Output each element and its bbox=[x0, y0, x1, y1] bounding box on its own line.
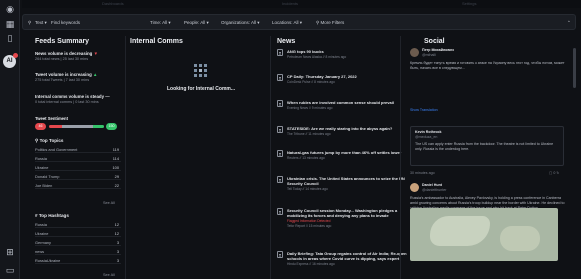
bookmark-icon[interactable]: ▯ bbox=[4, 34, 16, 44]
top-topics-title: ⚲ Top Topics bbox=[35, 138, 64, 143]
organizations-filter[interactable]: Organizations: All ▾ bbox=[221, 18, 260, 27]
globe-icon[interactable]: ◉ bbox=[4, 5, 16, 15]
neutral-segment bbox=[61, 125, 93, 128]
document-icon bbox=[277, 208, 283, 215]
topic-row[interactable]: Joe Biden 22 bbox=[35, 182, 121, 189]
hashtag-row[interactable]: Russia 12 bbox=[35, 221, 121, 228]
news-title: News bbox=[277, 38, 296, 45]
dashboard-icon[interactable]: ▦ bbox=[4, 20, 16, 30]
post-text: Кремль будет тянуть время и готовить к а… bbox=[410, 61, 565, 70]
show-translation-link[interactable]: Show Translation bbox=[410, 108, 438, 113]
hashtag-row[interactable]: Ukraine 12 bbox=[35, 230, 121, 237]
negative-count: 46 bbox=[35, 123, 46, 130]
news-source: Reuters // 13 minutes ago bbox=[287, 156, 325, 160]
feed-stat: News volume is decreasing ▼ 264 total ne… bbox=[35, 51, 98, 61]
news-source: Tefor Report // 15 minutes ago bbox=[287, 224, 332, 228]
topic-row[interactable]: Russia 114 bbox=[35, 155, 121, 162]
avatar[interactable]: AI bbox=[3, 53, 18, 68]
topic-row[interactable]: Donald Trump 29 bbox=[35, 173, 121, 180]
avatar[interactable] bbox=[410, 183, 419, 192]
hashtag-row[interactable]: RussiaUkraine 3 bbox=[35, 257, 121, 264]
flag-warning: Flagged Information Detected bbox=[287, 219, 331, 223]
down-arrow-icon: ▼ bbox=[93, 51, 98, 56]
hashtag-row[interactable]: Germany 3 bbox=[35, 239, 121, 246]
steady-icon: — bbox=[105, 94, 110, 99]
time-filter[interactable]: Time: All ▾ bbox=[150, 18, 171, 27]
document-icon bbox=[277, 100, 283, 107]
app-window: ◉ ▦ ▯ AI ⊞ ▭ Dashboards Incidents Settin… bbox=[0, 0, 581, 279]
social-title: Social bbox=[424, 38, 445, 45]
hashtags-see-all-link[interactable]: See All bbox=[103, 273, 115, 277]
text-filter-dropdown[interactable]: Text ▾ bbox=[35, 18, 47, 27]
internal-comms-title: Internal Comms bbox=[130, 38, 183, 45]
document-icon bbox=[277, 49, 283, 56]
more-filters-button[interactable]: ⚲ More Filters bbox=[316, 18, 344, 27]
locations-filter[interactable]: Locations: All ▾ bbox=[272, 18, 302, 27]
avatar[interactable] bbox=[410, 48, 419, 57]
sidebar: ◉ ▦ ▯ AI ⊞ ▭ bbox=[0, 0, 20, 279]
apps-grid-icon[interactable]: ⊞ bbox=[4, 248, 16, 258]
chat-icon[interactable]: ▭ bbox=[4, 266, 16, 276]
topics-see-all-link[interactable]: See All bbox=[103, 201, 115, 205]
collapse-chevron-icon[interactable]: ⌃ bbox=[567, 18, 571, 27]
loading-icon bbox=[194, 64, 208, 78]
quoted-tweet[interactable]: Kevin Rothrock @meduza_en The US can app… bbox=[410, 126, 564, 166]
document-icon bbox=[277, 150, 283, 157]
hashtag-row[interactable]: news 3 bbox=[35, 248, 121, 255]
top-nav-item[interactable]: Settings bbox=[462, 0, 476, 8]
post-author: Daniel Hunt @danielthunter bbox=[422, 183, 447, 192]
filter-bar: ⚲ Text ▾ Find keywords Time: All ▾ Peopl… bbox=[22, 14, 576, 30]
top-hashtags-title: # Top Hashtags bbox=[35, 213, 69, 218]
keyword-search-input[interactable]: Find keywords bbox=[51, 18, 111, 27]
news-source: Petroleum News Alaska // 8 minutes ago bbox=[287, 55, 347, 59]
topic-row[interactable]: Politics and Government 119 bbox=[35, 146, 121, 153]
negative-segment bbox=[49, 125, 62, 128]
news-source: Hindu Express // 16 minutes ago bbox=[287, 262, 335, 266]
post-timestamp: 30 minutes ago bbox=[410, 171, 435, 175]
notification-dot bbox=[13, 53, 18, 58]
column-divider bbox=[400, 36, 401, 279]
column-divider bbox=[270, 36, 271, 279]
document-icon bbox=[277, 251, 283, 258]
search-icon: ⚲ bbox=[28, 20, 32, 25]
news-source: CoinDesk Pulse // 8 minutes ago bbox=[287, 80, 335, 84]
feeds-summary-title: Feeds Summary bbox=[35, 38, 90, 45]
up-arrow-icon: ▲ bbox=[93, 72, 98, 77]
scrollbar[interactable] bbox=[573, 48, 576, 88]
feed-stat: Tweet volume is increasing ▲ 275 total T… bbox=[35, 72, 98, 82]
news-source: The Tribune // 11 minutes ago bbox=[287, 132, 331, 136]
internal-comms-loading-text: Looking for Internal Comm... bbox=[166, 86, 236, 92]
top-nav-item[interactable]: Dashboards bbox=[102, 0, 124, 8]
positive-segment bbox=[92, 125, 104, 128]
reply-icon[interactable]: ▢ 0 ↻ bbox=[549, 171, 559, 176]
feed-stat: Internal comms volume is steady — 0 tota… bbox=[35, 94, 110, 104]
post-text: Russia's ambassador to Australia, Alexey… bbox=[410, 196, 565, 208]
positive-count: 150 bbox=[106, 123, 117, 130]
sentiment-bar: 46 150 bbox=[35, 118, 120, 132]
column-divider bbox=[125, 36, 126, 279]
top-nav-item[interactable]: Incidents bbox=[282, 0, 298, 8]
document-icon bbox=[277, 126, 283, 133]
news-source: Evening News // 9 minutes ago bbox=[287, 106, 333, 110]
document-icon bbox=[277, 176, 283, 183]
news-source: Tell Today // 14 minutes ago bbox=[287, 187, 328, 191]
post-media-image[interactable] bbox=[410, 208, 558, 261]
post-author: Петр Михайлович @mihaili bbox=[422, 48, 454, 57]
sentiment-track bbox=[49, 125, 104, 128]
people-filter[interactable]: People: All ▾ bbox=[184, 18, 209, 27]
topic-row[interactable]: Ukraine 100 bbox=[35, 164, 121, 171]
top-nav: Dashboards Incidents Settings bbox=[22, 0, 581, 8]
document-icon bbox=[277, 74, 283, 81]
